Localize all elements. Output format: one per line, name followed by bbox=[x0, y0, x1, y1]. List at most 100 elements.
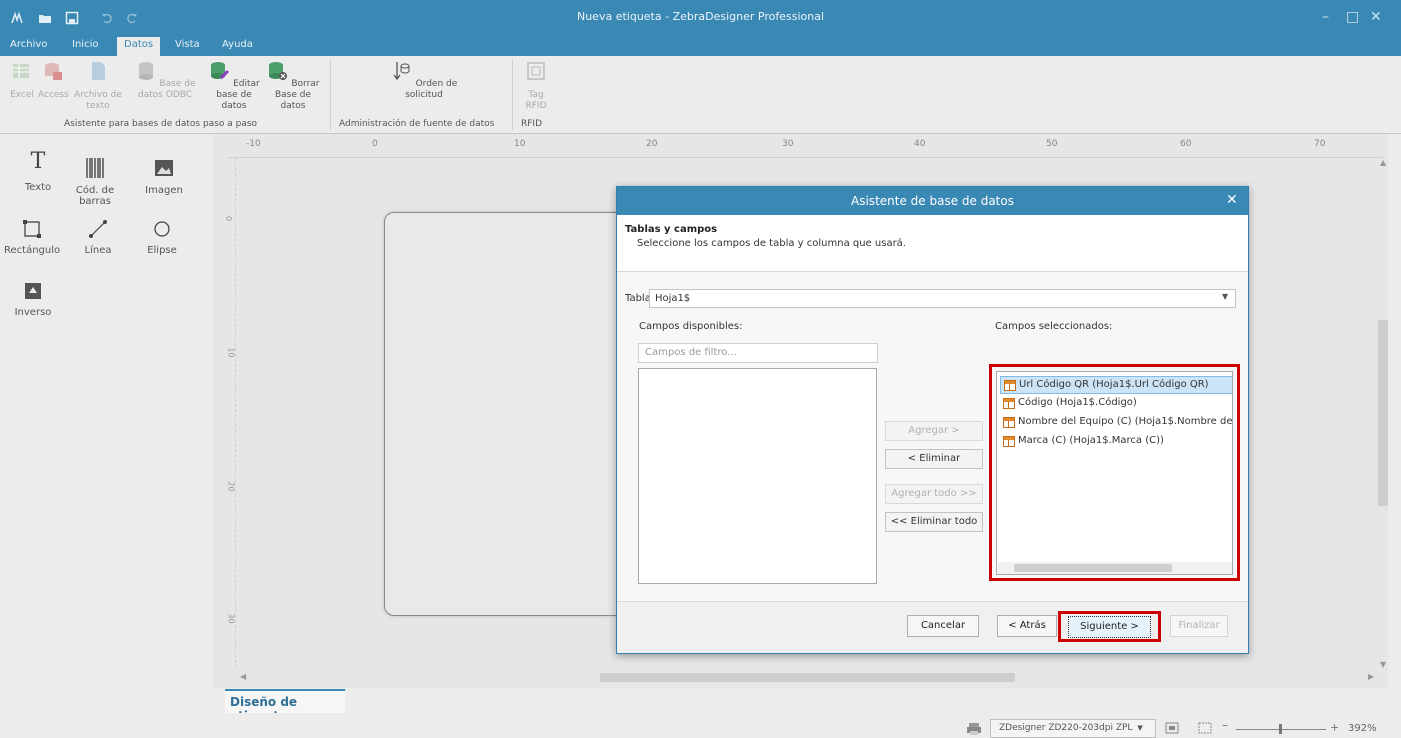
ruler-label: 0 bbox=[372, 139, 378, 149]
field-label: Código (Hoja1$.Código) bbox=[1018, 397, 1137, 408]
zoom-slider-thumb[interactable] bbox=[1279, 724, 1282, 734]
edit-database-label: Editar base de datos bbox=[216, 79, 260, 111]
next-button[interactable]: Siguiente > bbox=[1068, 616, 1151, 638]
remove-all-button[interactable]: << Eliminar todo bbox=[885, 512, 983, 532]
list-item[interactable]: Código (Hoja1$.Código) bbox=[1000, 395, 1232, 413]
list-horizontal-scrollbar[interactable] bbox=[998, 562, 1232, 574]
menu-bar: Archivo Inicio Datos Vista Ayuda bbox=[0, 36, 1401, 56]
list-item[interactable]: Url Código QR (Hoja1$.Url Código QR) bbox=[1000, 376, 1232, 394]
vertical-scrollbar[interactable] bbox=[1378, 320, 1388, 506]
line-tool-label: Línea bbox=[84, 245, 112, 256]
back-button[interactable]: < Atrás bbox=[997, 615, 1057, 637]
field-label: Url Código QR (Hoja1$.Url Código QR) bbox=[1019, 379, 1209, 390]
excel-label: Excel bbox=[10, 90, 34, 100]
maximize-button[interactable]: □ bbox=[1346, 9, 1359, 25]
chevron-down-icon: ▼ bbox=[1137, 724, 1143, 732]
dialog-title: Asistente de base de datos bbox=[617, 187, 1248, 215]
horizontal-scrollbar[interactable] bbox=[600, 673, 1015, 682]
edit-database-button[interactable]: Editar base de datos bbox=[206, 58, 262, 112]
tab-inicio[interactable]: Inicio bbox=[72, 39, 98, 50]
inverse-tool[interactable]: Inverso bbox=[8, 280, 58, 318]
field-label: Nombre del Equipo (C) (Hoja1$.Nombre del bbox=[1018, 416, 1233, 427]
ruler-label: 30 bbox=[782, 139, 794, 149]
ellipse-icon bbox=[154, 221, 170, 237]
table-field-icon bbox=[1003, 436, 1015, 447]
rfid-tag-button[interactable]: Tag RFID bbox=[518, 58, 554, 112]
filter-input[interactable]: Campos de filtro... bbox=[638, 343, 878, 363]
ribbon: Excel Access Archivo de texto Base de da… bbox=[0, 56, 1401, 134]
tab-datos[interactable]: Datos bbox=[117, 37, 161, 56]
ruler-label: 20 bbox=[226, 481, 236, 492]
access-label: Access bbox=[38, 90, 69, 100]
selected-fields-highlight: Url Código QR (Hoja1$.Url Código QR) Cód… bbox=[989, 364, 1240, 581]
tab-archivo[interactable]: Archivo bbox=[10, 39, 47, 50]
barcode-tool-label: Cód. de barras bbox=[75, 185, 115, 207]
database-wizard-dialog: Asistente de base de datos ✕ Tablas y ca… bbox=[616, 186, 1249, 654]
table-field-icon bbox=[1003, 398, 1015, 409]
available-fields-label: Campos disponibles: bbox=[639, 321, 743, 332]
excel-button[interactable]: Excel bbox=[6, 58, 38, 101]
barcode-tool[interactable]: Cód. de barras bbox=[70, 156, 120, 207]
delete-database-button[interactable]: Borrar Base de datos bbox=[265, 58, 321, 112]
rectangle-tool[interactable]: Rectángulo bbox=[4, 218, 60, 256]
ruler-label: 20 bbox=[646, 139, 658, 149]
ruler-label: 70 bbox=[1314, 139, 1326, 149]
ribbon-separator bbox=[512, 60, 513, 130]
ruler-label: -10 bbox=[246, 139, 261, 149]
delete-database-icon bbox=[269, 62, 288, 80]
zoom-in-icon[interactable]: + bbox=[1330, 721, 1339, 734]
scroll-down-icon[interactable]: ▼ bbox=[1380, 660, 1386, 669]
remove-button[interactable]: < Eliminar bbox=[885, 449, 983, 469]
selected-fields-list[interactable]: Url Código QR (Hoja1$.Url Código QR) Cód… bbox=[996, 371, 1233, 575]
access-icon bbox=[45, 63, 62, 80]
selected-fields-label: Campos seleccionados: bbox=[995, 321, 1113, 332]
table-select[interactable]: Hoja1$ bbox=[649, 289, 1236, 308]
text-tool-label: Texto bbox=[24, 182, 52, 193]
database-odbc-icon bbox=[138, 62, 153, 80]
tab-label-design[interactable]: Diseño de etiqueta bbox=[225, 689, 345, 723]
vertical-ruler: 0 10 20 30 bbox=[222, 158, 236, 668]
line-icon bbox=[89, 220, 107, 238]
access-button[interactable]: Access bbox=[38, 58, 69, 101]
ruler-label: 30 bbox=[226, 613, 236, 624]
text-tool[interactable]: T Texto bbox=[18, 151, 58, 194]
rfid-tag-icon bbox=[527, 62, 545, 80]
text-file-button[interactable]: Archivo de texto bbox=[70, 58, 126, 112]
list-item[interactable]: Nombre del Equipo (C) (Hoja1$.Nombre del bbox=[1000, 414, 1233, 432]
table-field-icon bbox=[1003, 417, 1015, 428]
request-order-button[interactable]: Orden de solicitud bbox=[384, 58, 464, 101]
zoom-out-icon[interactable]: – bbox=[1222, 718, 1228, 732]
close-window-button[interactable]: ✕ bbox=[1370, 9, 1382, 25]
scroll-right-icon[interactable]: ▶ bbox=[1368, 672, 1374, 681]
list-item[interactable]: Marca (C) (Hoja1$.Marca (C)) bbox=[1000, 433, 1232, 451]
scrollbar-thumb[interactable] bbox=[1014, 564, 1172, 572]
fit-page-icon[interactable] bbox=[1165, 722, 1179, 734]
tab-vista[interactable]: Vista bbox=[175, 39, 200, 50]
scroll-left-icon[interactable]: ◀ bbox=[240, 672, 246, 681]
line-tool[interactable]: Línea bbox=[78, 218, 118, 256]
fit-width-icon[interactable] bbox=[1198, 722, 1212, 734]
label-preview[interactable] bbox=[384, 212, 644, 616]
cancel-button[interactable]: Cancelar bbox=[907, 615, 979, 637]
excel-icon bbox=[13, 64, 29, 78]
chevron-down-icon[interactable]: ▼ bbox=[1222, 292, 1228, 301]
add-all-button[interactable]: Agregar todo >> bbox=[885, 484, 983, 504]
finish-button[interactable]: Finalizar bbox=[1170, 615, 1228, 637]
ribbon-separator bbox=[330, 60, 331, 130]
rectangle-icon bbox=[23, 220, 41, 238]
ruler-label: 0 bbox=[224, 215, 234, 222]
printer-select[interactable]: ZDesigner ZD220-203dpi ZPL ▼ bbox=[990, 719, 1156, 738]
available-fields-list[interactable] bbox=[638, 368, 877, 584]
ellipse-tool[interactable]: Elipse bbox=[142, 218, 182, 256]
close-icon[interactable]: ✕ bbox=[1226, 192, 1238, 208]
minimize-button[interactable]: – bbox=[1322, 9, 1329, 25]
scroll-up-icon[interactable]: ▲ bbox=[1380, 158, 1386, 167]
delete-database-label: Borrar Base de datos bbox=[274, 79, 320, 111]
odbc-button[interactable]: Base de datos ODBC bbox=[128, 58, 202, 101]
step-subtitle: Seleccione los campos de tabla y columna… bbox=[637, 238, 906, 249]
inverse-tool-label: Inverso bbox=[14, 307, 52, 318]
add-button[interactable]: Agregar > bbox=[885, 421, 983, 441]
tab-ayuda[interactable]: Ayuda bbox=[222, 39, 253, 50]
image-tool[interactable]: Imagen bbox=[142, 156, 186, 196]
barcode-icon bbox=[86, 158, 104, 178]
